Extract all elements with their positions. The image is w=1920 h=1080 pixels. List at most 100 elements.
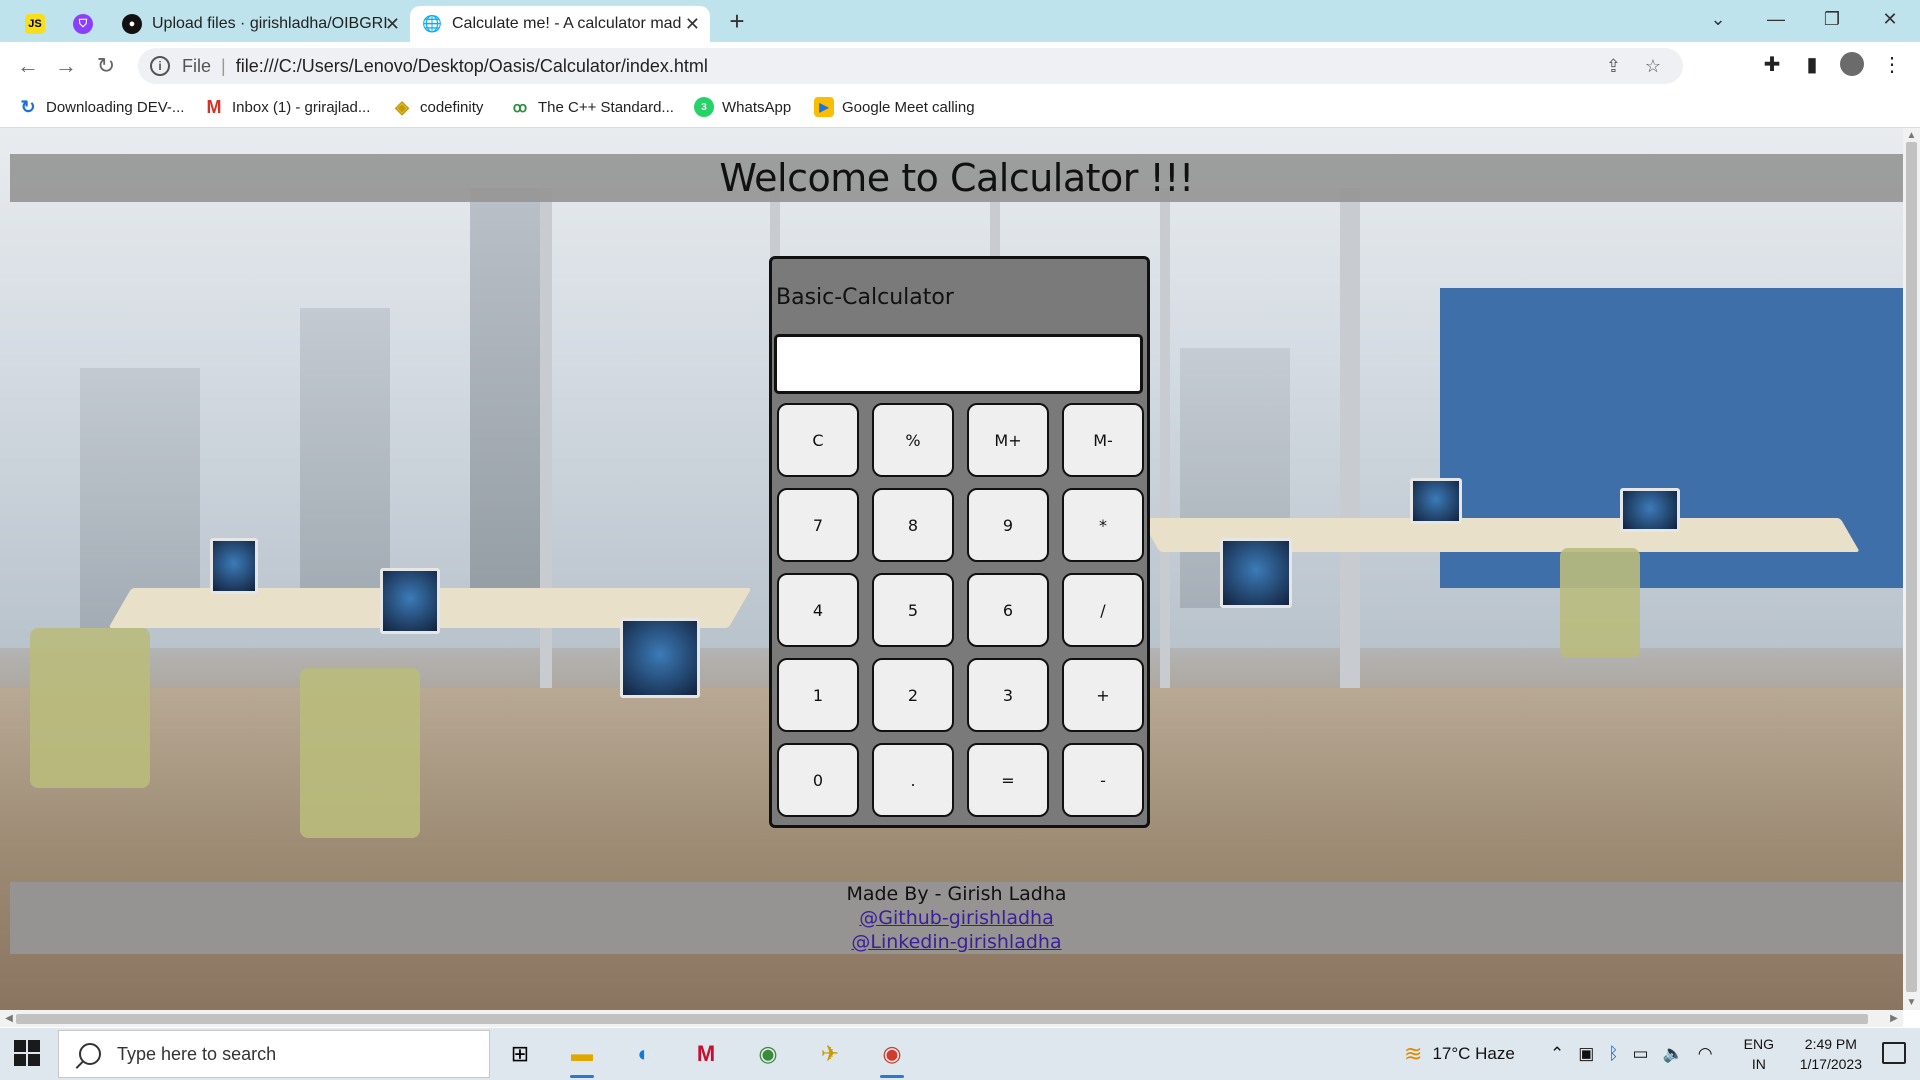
scroll-left-icon[interactable]: ◀ [2, 1010, 16, 1027]
windows-start-icon[interactable] [14, 1040, 42, 1068]
bookmark-whatsapp[interactable]: 3 WhatsApp [694, 90, 791, 124]
key-decimal[interactable]: . [872, 743, 954, 817]
reload-icon[interactable]: ↻ [90, 50, 122, 82]
horizontal-scrollbar[interactable]: ◀ ▶ [0, 1010, 1903, 1027]
bookmark-dev[interactable]: ↻ Downloading DEV-... [18, 90, 184, 124]
clock-time: 2:49 PM [1804, 1036, 1857, 1052]
background-chair [300, 668, 420, 838]
share-icon[interactable]: ⇪ [1606, 56, 1621, 77]
tab-search-chevron-icon[interactable]: ⌄ [1698, 4, 1738, 34]
tab-pinned-grammarly[interactable]: ⛉ [66, 6, 100, 42]
bookmark-gmail[interactable]: M Inbox (1) - grirajlad... [204, 90, 371, 124]
key-5[interactable]: 5 [872, 573, 954, 647]
bookmark-codefinity[interactable]: ◈ codefinity [392, 90, 483, 124]
background-monitor [620, 618, 700, 698]
key-multiply[interactable]: * [1062, 488, 1144, 562]
grammarly-icon: ⛉ [73, 14, 93, 34]
bookmark-star-icon[interactable]: ☆ [1645, 56, 1661, 77]
browser-toolbar: ← → ↻ i File | file:///C:/Users/Lenovo/D… [0, 42, 1920, 90]
close-icon[interactable]: ✕ [685, 14, 700, 35]
scroll-right-icon[interactable]: ▶ [1887, 1010, 1901, 1027]
key-equals[interactable]: = [967, 743, 1049, 817]
edge-icon[interactable]: ◐ [626, 1036, 662, 1072]
linkedin-link[interactable]: @Linkedin-girishladha [851, 930, 1061, 954]
task-view-icon[interactable]: ⊞ [502, 1036, 538, 1072]
site-info-icon[interactable]: i [150, 56, 170, 76]
system-tray: ⌃ ▣ ᛒ ▭ 🔈 ◠ [1550, 1028, 1713, 1080]
language-indicator[interactable]: ENG IN [1744, 1034, 1774, 1074]
made-by-text: Made By - Girish Ladha [846, 883, 1067, 905]
scroll-up-icon[interactable]: ▲ [1903, 130, 1920, 141]
background-monitor [210, 538, 258, 594]
bookmark-label: WhatsApp [722, 98, 792, 116]
mcafee-icon[interactable]: M [688, 1036, 724, 1072]
key-percent[interactable]: % [872, 403, 954, 477]
key-3[interactable]: 3 [967, 658, 1049, 732]
url-text[interactable]: file:///C:/Users/Lenovo/Desktop/Oasis/Ca… [236, 56, 708, 77]
key-add[interactable]: + [1062, 658, 1144, 732]
tab-github-upload[interactable]: ● Upload files · girishladha/OIBGRI ✕ [110, 6, 410, 42]
close-window-icon[interactable]: ✕ [1870, 4, 1910, 34]
search-icon [79, 1043, 101, 1065]
vertical-scrollbar[interactable]: ▲ ▼ [1903, 128, 1920, 1010]
window-frame [540, 188, 552, 748]
vertical-scroll-thumb[interactable] [1906, 142, 1917, 992]
key-1[interactable]: 1 [777, 658, 859, 732]
device-icon[interactable]: ▣ [1578, 1044, 1594, 1064]
tab-calculator[interactable]: 🌐 Calculate me! - A calculator mad ✕ [410, 6, 710, 42]
key-memory-minus[interactable]: M- [1062, 403, 1144, 477]
profile-avatar[interactable] [1838, 52, 1866, 82]
bluetooth-icon[interactable]: ᛒ [1608, 1044, 1618, 1064]
chrome-active-icon[interactable]: ◉ [874, 1036, 910, 1078]
scroll-down-icon[interactable]: ▼ [1903, 997, 1920, 1008]
bookmarks-bar: ↻ Downloading DEV-... M Inbox (1) - grir… [0, 90, 1920, 128]
key-6[interactable]: 6 [967, 573, 1049, 647]
globe-icon: 🌐 [422, 16, 442, 33]
back-icon[interactable]: ← [12, 50, 44, 82]
calculator-title: Basic-Calculator [776, 285, 954, 310]
js-icon: JS [25, 14, 45, 34]
key-subtract[interactable]: - [1062, 743, 1144, 817]
key-0[interactable]: 0 [777, 743, 859, 817]
key-7[interactable]: 7 [777, 488, 859, 562]
show-hidden-icons-icon[interactable]: ⌃ [1550, 1044, 1564, 1064]
key-divide[interactable]: / [1062, 573, 1144, 647]
extensions-icon[interactable]: ✚ [1758, 52, 1786, 77]
horizontal-scroll-thumb[interactable] [16, 1014, 1868, 1024]
bookmark-cpp-standard[interactable]: ꝏ The C++ Standard... [510, 90, 674, 124]
wifi-icon[interactable]: ◠ [1698, 1044, 1713, 1064]
github-link[interactable]: @Github-girishladha [859, 906, 1054, 930]
tab-pinned-js[interactable]: JS [18, 6, 52, 42]
weather-text: 17°C Haze [1432, 1044, 1515, 1063]
battery-icon[interactable]: ▭ [1633, 1044, 1649, 1064]
bookmark-google-meet[interactable]: ▶ Google Meet calling [814, 90, 975, 124]
page-header: Welcome to Calculator !!! [10, 154, 1903, 202]
minimize-icon[interactable]: — [1756, 4, 1796, 34]
taskbar-search-box[interactable]: Type here to search [58, 1030, 490, 1078]
gmail-icon: M [206, 96, 222, 117]
address-bar[interactable]: i File | file:///C:/Users/Lenovo/Desktop… [138, 48, 1683, 84]
bee-app-icon[interactable]: ✈ [812, 1036, 848, 1072]
clock[interactable]: 2:49 PM 1/17/2023 [1800, 1034, 1862, 1074]
volume-icon[interactable]: 🔈 [1663, 1044, 1684, 1064]
key-8[interactable]: 8 [872, 488, 954, 562]
key-clear[interactable]: C [777, 403, 859, 477]
file-explorer-icon[interactable]: ▬ [564, 1036, 600, 1078]
forward-icon[interactable]: → [50, 50, 82, 82]
background-chair [1560, 548, 1640, 658]
menu-kebab-icon[interactable]: ⋮ [1878, 52, 1906, 77]
key-memory-plus[interactable]: M+ [967, 403, 1049, 477]
close-icon[interactable]: ✕ [385, 14, 400, 35]
key-9[interactable]: 9 [967, 488, 1049, 562]
chrome-icon[interactable]: ◉ [750, 1036, 786, 1072]
calculator-display[interactable] [774, 334, 1143, 394]
bookmark-label: The C++ Standard... [538, 98, 674, 116]
new-tab-button[interactable]: + [722, 6, 752, 36]
key-4[interactable]: 4 [777, 573, 859, 647]
side-panel-icon[interactable]: ▮ [1798, 52, 1826, 77]
restore-icon[interactable]: ❐ [1812, 4, 1852, 34]
weather-widget[interactable]: ≋ 17°C Haze [1404, 1028, 1515, 1080]
notifications-icon[interactable] [1882, 1042, 1906, 1064]
github-icon: ● [122, 14, 142, 34]
key-2[interactable]: 2 [872, 658, 954, 732]
